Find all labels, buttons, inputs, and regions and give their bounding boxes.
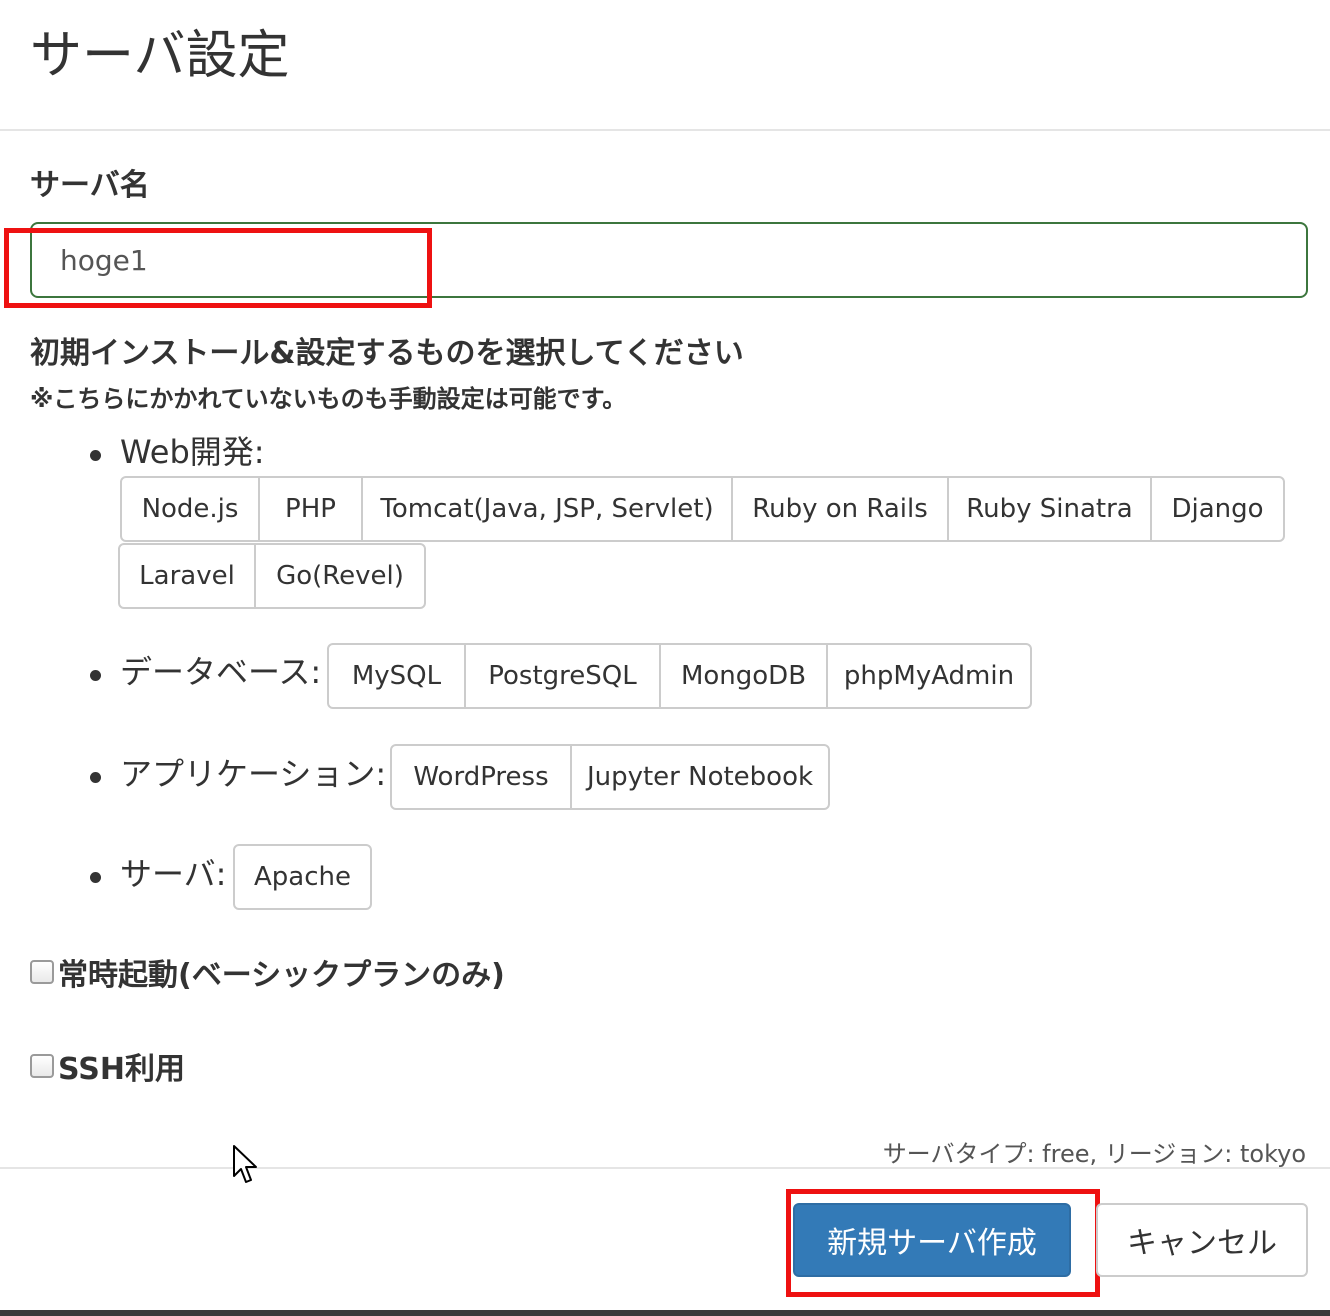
ssh-checkbox[interactable] bbox=[30, 1054, 54, 1078]
always-on-option[interactable]: 常時起動(ベーシックプランのみ) bbox=[30, 950, 505, 994]
application-options: WordPress Jupyter Notebook bbox=[390, 744, 830, 810]
bullet-icon bbox=[90, 670, 101, 681]
category-label-database: データベース: bbox=[120, 653, 322, 691]
option-mongodb[interactable]: MongoDB bbox=[659, 643, 828, 709]
database-options: MySQL PostgreSQL MongoDB phpMyAdmin bbox=[327, 643, 1032, 709]
option-mysql[interactable]: MySQL bbox=[327, 643, 466, 709]
category-label-web: Web開発: bbox=[120, 433, 265, 471]
dialog-header: サーバ設定 bbox=[0, 0, 1330, 131]
footer-divider bbox=[0, 1167, 1330, 1169]
server-name-label: サーバ名 bbox=[30, 168, 150, 203]
option-wordpress[interactable]: WordPress bbox=[390, 744, 572, 810]
server-settings-dialog: サーバ設定 サーバ名 初期インストール&設定するものを選択してください ※こちら… bbox=[0, 0, 1330, 1316]
bullet-icon bbox=[90, 450, 101, 461]
option-ruby-sinatra[interactable]: Ruby Sinatra bbox=[947, 476, 1152, 542]
option-php[interactable]: PHP bbox=[258, 476, 363, 542]
install-note: ※こちらにかかれていないものも手動設定は可能です。 bbox=[30, 385, 627, 413]
bullet-icon bbox=[90, 872, 101, 883]
category-label-applications: アプリケーション: bbox=[120, 755, 387, 793]
option-phpmyadmin[interactable]: phpMyAdmin bbox=[826, 643, 1032, 709]
ssh-label: SSH利用 bbox=[58, 1052, 185, 1087]
server-name-input[interactable] bbox=[30, 222, 1308, 298]
category-label-server: サーバ: bbox=[120, 855, 227, 893]
mouse-cursor-icon bbox=[233, 1145, 257, 1183]
option-nodejs[interactable]: Node.js bbox=[120, 476, 260, 542]
option-postgresql[interactable]: PostgreSQL bbox=[464, 643, 661, 709]
server-options: Apache bbox=[233, 844, 372, 910]
dialog-title: サーバ設定 bbox=[30, 26, 290, 86]
option-laravel[interactable]: Laravel bbox=[118, 543, 256, 609]
option-tomcat[interactable]: Tomcat(Java, JSP, Servlet) bbox=[361, 476, 733, 542]
option-apache[interactable]: Apache bbox=[233, 844, 372, 910]
option-go-revel[interactable]: Go(Revel) bbox=[254, 543, 426, 609]
always-on-label: 常時起動(ベーシックプランのみ) bbox=[58, 958, 505, 993]
web-options-row-2: Laravel Go(Revel) bbox=[118, 543, 426, 609]
option-django[interactable]: Django bbox=[1150, 476, 1285, 542]
create-server-button[interactable]: 新規サーバ作成 bbox=[793, 1203, 1071, 1277]
web-options-row-1: Node.js PHP Tomcat(Java, JSP, Servlet) R… bbox=[120, 476, 1285, 542]
server-type-region-info: サーバタイプ: free, リージョン: tokyo bbox=[882, 1140, 1306, 1168]
option-jupyter-notebook[interactable]: Jupyter Notebook bbox=[570, 744, 830, 810]
install-heading: 初期インストール&設定するものを選択してください bbox=[30, 336, 744, 371]
ssh-option[interactable]: SSH利用 bbox=[30, 1044, 185, 1088]
window-bottom-edge bbox=[0, 1310, 1330, 1316]
always-on-checkbox[interactable] bbox=[30, 960, 54, 984]
bullet-icon bbox=[90, 772, 101, 783]
cancel-button[interactable]: キャンセル bbox=[1096, 1203, 1308, 1277]
option-ruby-on-rails[interactable]: Ruby on Rails bbox=[731, 476, 949, 542]
